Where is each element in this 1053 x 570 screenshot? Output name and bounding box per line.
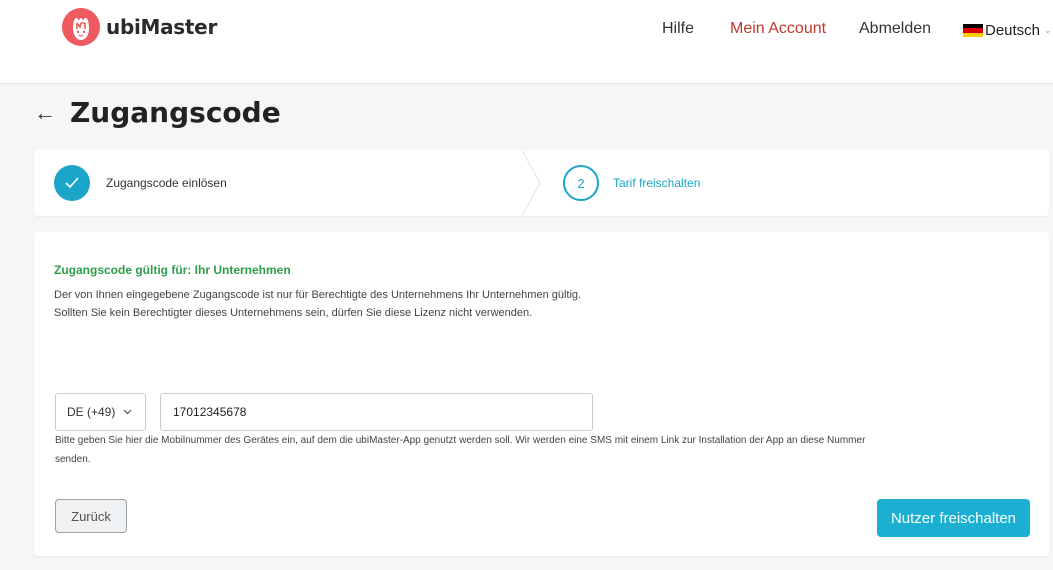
language-label: Deutsch (985, 22, 1041, 39)
code-valid-info-line-2: Sollten Sie kein Berechtigter dieses Unt… (54, 307, 533, 319)
german-flag-icon (963, 24, 983, 37)
brand-logo[interactable]: ubiMaster (62, 8, 217, 46)
step-divider (522, 150, 541, 216)
progress-stepper: Zugangscode einlösen 2 Tarif freischalte… (34, 150, 1049, 216)
step-2-number: 2 (563, 165, 599, 201)
nav-help-link[interactable]: Hilfe (662, 20, 694, 38)
code-valid-info-line-1: Der von Ihnen eingegebene Zugangscode is… (54, 289, 582, 301)
country-code-select[interactable]: DE (+49) (55, 393, 146, 431)
page-title: Zugangscode (70, 96, 281, 129)
nav-account-link[interactable]: Mein Account (730, 20, 826, 38)
brand-name: ubiMaster (106, 15, 218, 39)
country-code-value: DE (+49) (67, 405, 116, 419)
language-selector[interactable]: Deutsch ⌄ (963, 22, 1052, 39)
nav-logout-link[interactable]: Abmelden (859, 20, 931, 38)
step-2-label: Tarif freischalten (613, 176, 701, 190)
mobile-number-input[interactable] (160, 393, 593, 431)
step-unlock-plan: 2 Tarif freischalten (563, 165, 700, 201)
chevron-down-icon (123, 407, 132, 418)
activate-user-button[interactable]: Nutzer freischalten (877, 499, 1030, 537)
step-redeem-code: Zugangscode einlösen (54, 165, 227, 201)
ubimaster-logo-icon (62, 8, 100, 46)
access-code-form-card: Zugangscode gültig für: Ihr Unternehmen … (34, 232, 1049, 556)
check-icon (54, 165, 90, 201)
back-arrow-icon[interactable]: ← (34, 100, 64, 126)
chevron-down-icon: ⌄ (1044, 25, 1052, 35)
step-1-label: Zugangscode einlösen (106, 176, 227, 190)
code-valid-title: Zugangscode gültig für: Ihr Unternehmen (54, 263, 291, 277)
back-button[interactable]: Zurück (55, 499, 127, 533)
page-title-row: ← Zugangscode (34, 96, 281, 129)
top-header: ubiMaster Hilfe Mein Account Abmelden De… (0, 0, 1053, 84)
mobile-help-text-line-2: senden. (55, 454, 91, 465)
mobile-help-text-line-1: Bitte geben Sie hier die Mobilnummer des… (55, 435, 866, 446)
